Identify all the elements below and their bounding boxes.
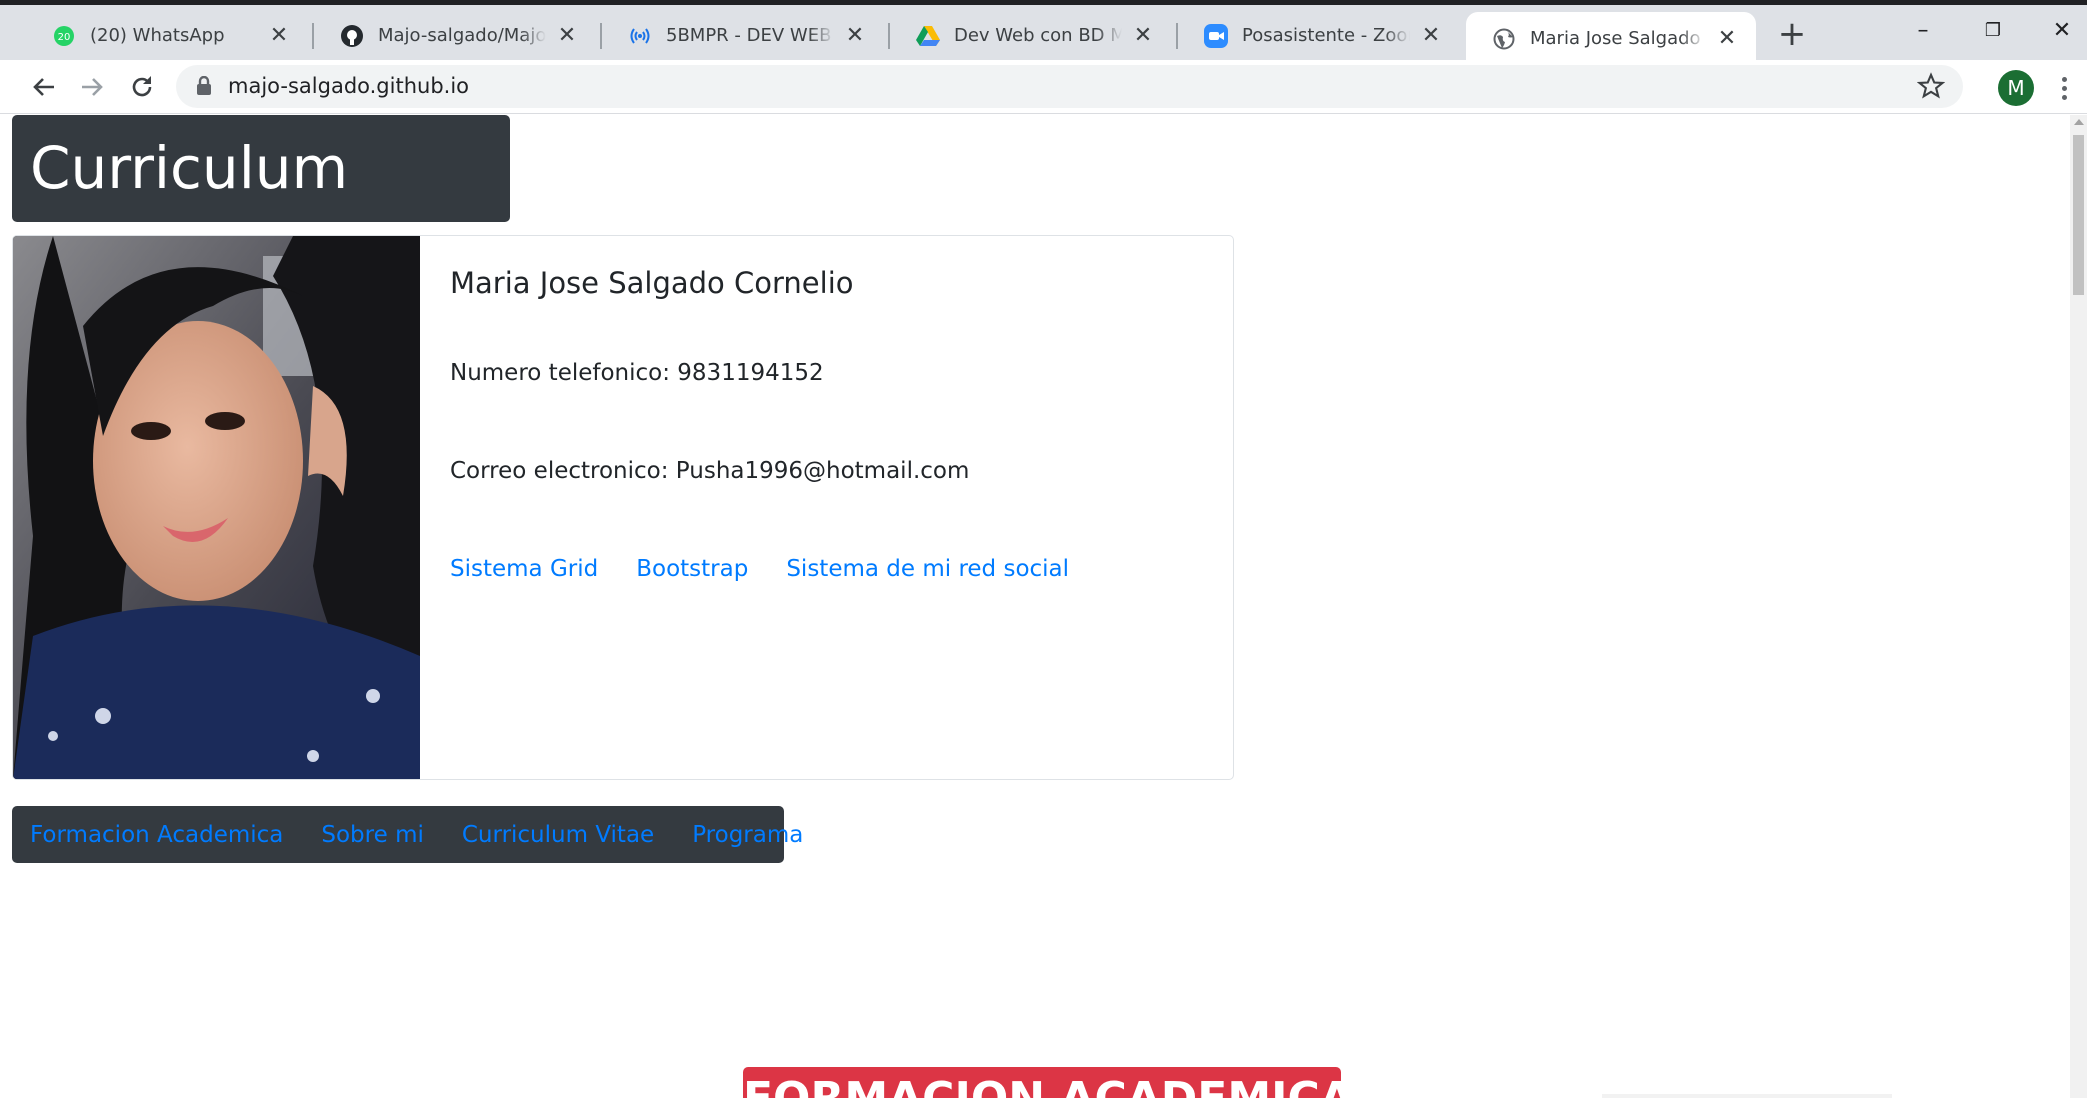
nav-curriculum-vitae[interactable]: Curriculum Vitae <box>462 822 654 848</box>
minimize-button[interactable]: – <box>1893 11 1953 51</box>
scroll-up-icon[interactable] <box>2074 119 2084 125</box>
forward-button[interactable] <box>74 69 110 105</box>
tab-title: Majo-salgado/Majo-salgado.github.io <box>378 25 546 46</box>
browser-toolbar: majo-salgado.github.io M <box>0 60 2087 114</box>
reload-icon <box>132 76 152 97</box>
page-content: Curriculum Vitae <box>0 115 2070 1098</box>
tab-title: Maria Jose Salgado Cornelio <box>1530 28 1706 49</box>
zoom-icon <box>1204 23 1228 48</box>
email-address: Correo electronico: Pusha1996@hotmail.co… <box>450 458 970 484</box>
arrow-left-icon <box>33 78 54 96</box>
reload-button[interactable] <box>124 69 160 105</box>
section-heading-banner: FORMACION ACADEMICA <box>743 1067 1341 1098</box>
close-tab-icon[interactable]: ✕ <box>1132 24 1154 47</box>
profile-photo <box>13 236 420 779</box>
address-bar[interactable]: majo-salgado.github.io <box>176 65 1963 108</box>
tab-whatsapp[interactable]: 20 (20) WhatsApp ✕ <box>26 12 308 59</box>
more-menu-icon[interactable] <box>2052 70 2076 106</box>
close-tab-icon[interactable]: ✕ <box>844 24 866 47</box>
tab-title: Posasistente - Zoom <box>1242 25 1410 46</box>
github-icon <box>340 24 364 48</box>
bookmark-star-icon[interactable] <box>1917 72 1945 100</box>
tab-strip: 20 (20) WhatsApp ✕ Majo-salgado/Majo-sal… <box>0 0 2087 65</box>
restore-button[interactable]: ❐ <box>1963 11 2023 51</box>
tab-github[interactable]: Majo-salgado/Majo-salgado.github.io ✕ <box>314 12 596 59</box>
new-tab-button[interactable]: + <box>1776 17 1808 53</box>
profile-card: Maria Jose Salgado Cornelio Numero telef… <box>12 235 1234 780</box>
profile-name: Maria Jose Salgado Cornelio <box>450 266 854 300</box>
tab-active-cv[interactable]: Maria Jose Salgado Cornelio ✕ <box>1466 12 1756 65</box>
page-scrollbar[interactable] <box>2070 115 2087 1098</box>
whatsapp-icon: 20 <box>52 24 76 48</box>
globe-icon <box>1492 27 1516 51</box>
link-sistema-grid[interactable]: Sistema Grid <box>450 556 598 582</box>
url-text: majo-salgado.github.io <box>228 74 470 98</box>
back-button[interactable] <box>26 69 62 105</box>
lock-icon <box>197 76 211 95</box>
page-title: Curriculum Vitae <box>12 115 510 309</box>
divider <box>1602 1094 1892 1098</box>
tab-classroom[interactable]: 5BMPR - DEV WEB CON BD ✕ <box>602 12 884 59</box>
section-navbar: Formacion Academica Sobre mi Curriculum … <box>12 806 803 863</box>
link-red-social[interactable]: Sistema de mi red social <box>786 556 1069 582</box>
classroom-stream-icon <box>628 24 652 48</box>
google-drive-icon <box>916 24 940 48</box>
close-window-button[interactable]: ✕ <box>2032 11 2087 51</box>
link-bootstrap[interactable]: Bootstrap <box>636 556 748 582</box>
close-tab-icon[interactable]: ✕ <box>1716 27 1738 50</box>
tab-title: (20) WhatsApp <box>90 25 225 46</box>
tab-drive[interactable]: Dev Web con BD Modulo ✕ <box>890 12 1172 59</box>
close-tab-icon[interactable]: ✕ <box>268 24 290 47</box>
tab-title: Dev Web con BD Modulo <box>954 25 1122 46</box>
close-tab-icon[interactable]: ✕ <box>556 24 578 47</box>
nav-links: Formacion Academica Sobre mi Curriculum … <box>30 822 803 848</box>
browser-window: 20 (20) WhatsApp ✕ Majo-salgado/Majo-sal… <box>0 0 2087 1098</box>
profile-links: Sistema Grid Bootstrap Sistema de mi red… <box>450 556 1069 582</box>
scrollbar-thumb[interactable] <box>2073 135 2084 295</box>
tab-zoom[interactable]: Posasistente - Zoom ✕ <box>1178 12 1460 59</box>
nav-formacion-academica[interactable]: Formacion Academica <box>30 822 283 848</box>
nav-programa[interactable]: Programa <box>692 822 803 848</box>
close-tab-icon[interactable]: ✕ <box>1420 24 1442 47</box>
profile-avatar[interactable]: M <box>1998 70 2034 106</box>
phone-number: Numero telefonico: 9831194152 <box>450 360 824 386</box>
tab-title: 5BMPR - DEV WEB CON BD <box>666 25 834 46</box>
nav-sobre-mi[interactable]: Sobre mi <box>321 822 423 848</box>
svg-text:20: 20 <box>58 32 71 43</box>
arrow-right-icon <box>82 78 103 96</box>
